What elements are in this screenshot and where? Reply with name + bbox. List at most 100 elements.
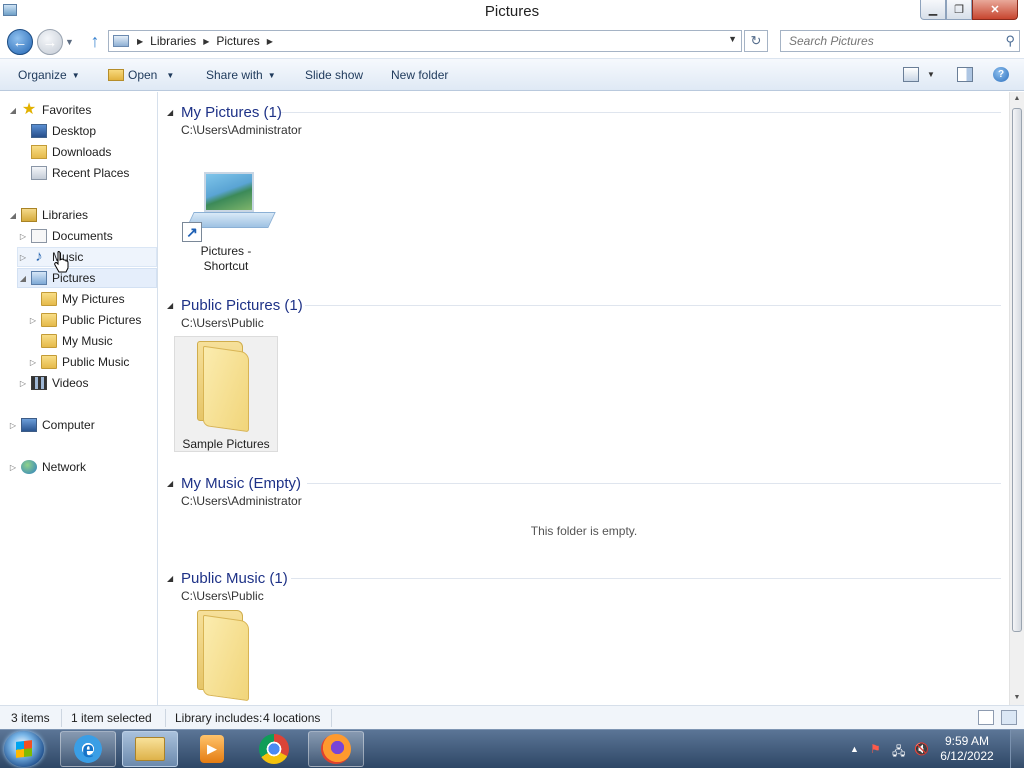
- video-film-icon: [31, 376, 47, 390]
- taskbar-chrome[interactable]: [246, 731, 302, 767]
- tree-item-public-music[interactable]: ▷ Public Music: [28, 352, 129, 372]
- start-button[interactable]: [4, 731, 44, 767]
- breadcrumb-libraries[interactable]: Libraries: [150, 34, 196, 48]
- change-view-icon[interactable]: [903, 67, 919, 82]
- collapsed-arrow-icon[interactable]: ▷: [8, 463, 18, 472]
- open-label: Open: [128, 68, 158, 82]
- taskbar-media-player[interactable]: ▶: [184, 731, 240, 767]
- file-item-sample-pictures[interactable]: Sample Pictures: [174, 336, 278, 452]
- minimize-button[interactable]: ▁: [920, 0, 946, 20]
- address-bar[interactable]: ▶ Libraries ▶ Pictures ▶ ▼: [108, 30, 742, 52]
- tree-item-recent-places[interactable]: Recent Places: [18, 163, 129, 183]
- collapsed-arrow-icon[interactable]: ▷: [18, 232, 28, 241]
- search-icon[interactable]: ⚲: [1005, 33, 1015, 49]
- open-button[interactable]: Open ▼: [108, 68, 174, 82]
- up-one-level-button[interactable]: ↑: [85, 30, 105, 52]
- taskbar-windows-explorer[interactable]: [122, 731, 178, 767]
- tree-label: Public Pictures: [62, 313, 142, 327]
- taskbar-internet-explorer[interactable]: e: [60, 731, 116, 767]
- file-list[interactable]: ◢ My Pictures (1) C:\Users\Administrator…: [159, 92, 1009, 705]
- tree-item-favorites[interactable]: ◢ ★ Favorites: [8, 100, 91, 120]
- network-status-icon[interactable]: 🖧: [892, 742, 905, 763]
- preview-pane-icon[interactable]: [957, 67, 973, 82]
- tree-item-downloads[interactable]: Downloads: [18, 142, 111, 162]
- collapse-group-icon[interactable]: ◢: [167, 574, 181, 583]
- collapse-group-icon[interactable]: ◢: [167, 301, 181, 310]
- expanded-arrow-icon[interactable]: ◢: [18, 274, 28, 283]
- scrollbar-thumb[interactable]: [1012, 108, 1022, 632]
- breadcrumb-separator-icon[interactable]: ▶: [203, 37, 209, 46]
- share-with-button[interactable]: Share with ▼: [206, 68, 276, 82]
- collapsed-arrow-icon[interactable]: ▷: [8, 421, 18, 430]
- refresh-button[interactable]: ↻: [744, 30, 768, 52]
- status-divider: [331, 709, 332, 727]
- group-header-public-music[interactable]: ◢ Public Music (1): [167, 569, 288, 587]
- tree-item-libraries[interactable]: ◢ Libraries: [8, 205, 88, 225]
- downloads-folder-icon: [31, 145, 47, 159]
- collapsed-arrow-icon[interactable]: ▷: [18, 253, 28, 262]
- library-locations-link[interactable]: 4 locations: [263, 711, 320, 725]
- collapse-group-icon[interactable]: ◢: [167, 108, 181, 117]
- collapse-group-icon[interactable]: ◢: [167, 479, 181, 488]
- pictures-shortcut-icon: ↗: [178, 168, 276, 244]
- organize-button[interactable]: Organize ▼: [18, 68, 80, 82]
- taskbar-firefox[interactable]: [308, 731, 364, 767]
- breadcrumb-separator-icon[interactable]: ▶: [137, 37, 143, 46]
- tree-item-music[interactable]: ▷ ♪ Music: [17, 247, 157, 267]
- tree-item-pictures[interactable]: ◢ Pictures: [17, 268, 157, 288]
- collapsed-arrow-icon[interactable]: ▷: [18, 379, 28, 388]
- new-folder-button[interactable]: New folder: [391, 68, 448, 82]
- group-header-public-pictures[interactable]: ◢ Public Pictures (1): [167, 296, 303, 314]
- close-button[interactable]: ✕: [972, 0, 1018, 20]
- title-bar: Pictures ▁ ❐ ✕: [0, 0, 1024, 24]
- tree-label: Pictures: [52, 271, 96, 285]
- chevron-down-icon: ▼: [166, 71, 175, 80]
- scroll-up-arrow-icon[interactable]: ▲: [1010, 92, 1024, 106]
- tree-label: My Pictures: [62, 292, 125, 306]
- tree-item-computer[interactable]: ▷ Computer: [8, 415, 95, 435]
- group-title: Public Music (1): [181, 569, 288, 587]
- tree-item-network[interactable]: ▷ Network: [8, 457, 86, 477]
- details-view-icon[interactable]: [978, 710, 994, 725]
- search-input[interactable]: [781, 31, 991, 51]
- volume-muted-icon[interactable]: 🔇: [914, 742, 929, 756]
- help-icon[interactable]: ?: [993, 67, 1009, 82]
- recent-pages-dropdown-icon[interactable]: ▼: [65, 37, 74, 47]
- action-center-warning-icon[interactable]: ⚑: [870, 742, 881, 756]
- expanded-arrow-icon[interactable]: ◢: [8, 106, 18, 115]
- expanded-arrow-icon[interactable]: ◢: [8, 211, 18, 220]
- clock-time: 9:59 AM: [944, 734, 990, 748]
- vertical-scrollbar[interactable]: ▲ ▼: [1009, 92, 1024, 705]
- tree-item-public-pictures[interactable]: ▷ Public Pictures: [28, 310, 141, 330]
- tree-item-desktop[interactable]: Desktop: [18, 121, 96, 141]
- clock[interactable]: 9:59 AM 6/12/2022: [937, 734, 997, 764]
- show-hidden-icons-button[interactable]: ▲: [850, 744, 859, 754]
- show-desktop-button[interactable]: [1010, 730, 1024, 768]
- restore-button[interactable]: ❐: [946, 0, 972, 20]
- breadcrumb-separator-icon[interactable]: ▶: [267, 37, 273, 46]
- tree-label: Network: [42, 460, 87, 474]
- forward-button[interactable]: →: [37, 29, 63, 55]
- selection-count: 1 item selected: [71, 711, 152, 725]
- address-history-dropdown-icon[interactable]: ▼: [728, 34, 737, 44]
- file-item-public-music-folder[interactable]: [174, 610, 278, 702]
- group-title: Public Pictures (1): [181, 296, 303, 314]
- empty-folder-message: This folder is empty.: [530, 524, 638, 538]
- breadcrumb-pictures[interactable]: Pictures: [216, 34, 259, 48]
- slide-show-button[interactable]: Slide show: [305, 68, 363, 82]
- search-box[interactable]: ⚲: [780, 30, 1020, 52]
- large-icons-view-icon[interactable]: [1001, 710, 1017, 725]
- pictures-icon: [31, 271, 47, 285]
- file-item-pictures-shortcut[interactable]: ↗ Pictures - Shortcut: [174, 168, 278, 274]
- collapsed-arrow-icon[interactable]: ▷: [28, 316, 38, 325]
- back-button[interactable]: ←: [7, 29, 33, 55]
- more-views-dropdown-icon[interactable]: ▼: [927, 70, 935, 79]
- tree-item-documents[interactable]: ▷ Documents: [18, 226, 113, 246]
- group-header-my-music[interactable]: ◢ My Music (Empty): [167, 474, 301, 492]
- tree-item-videos[interactable]: ▷ Videos: [18, 373, 88, 393]
- group-header-my-pictures[interactable]: ◢ My Pictures (1): [167, 103, 282, 121]
- scroll-down-arrow-icon[interactable]: ▼: [1010, 691, 1024, 705]
- tree-item-my-music[interactable]: My Music: [28, 331, 113, 351]
- tree-item-my-pictures[interactable]: My Pictures: [28, 289, 125, 309]
- collapsed-arrow-icon[interactable]: ▷: [28, 358, 38, 367]
